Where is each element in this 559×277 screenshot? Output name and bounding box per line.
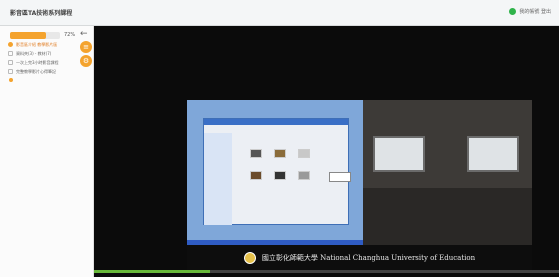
thumbnail xyxy=(274,171,286,180)
sidebar: 72% ← ≡ ⚙ 影音區介紹 教學影片區 資料夾(3) - 教材(7) 一次上… xyxy=(0,26,94,277)
chapter-item-2[interactable]: 資料夾(3) - 教材(7) xyxy=(8,49,78,58)
thumbnail xyxy=(298,149,310,158)
chapter-label: 一次上完3小時影音課程 xyxy=(16,59,59,65)
document-icon xyxy=(8,51,13,56)
progress-fill xyxy=(10,32,46,39)
chapter-item-3[interactable]: 一次上完3小時影音課程 xyxy=(8,58,78,67)
user-menu[interactable]: 我的帳號 登出 xyxy=(509,8,551,15)
window-titlebar xyxy=(204,119,348,125)
chapter-list: 影音區介紹 教學影片區 資料夾(3) - 教材(7) 一次上完3小時影音課程 完… xyxy=(8,40,78,76)
progress-text: 72% xyxy=(64,32,76,38)
top-bar: 影音區TA技術系列課程 我的帳號 登出 xyxy=(0,0,559,26)
thumbnail xyxy=(298,171,310,180)
playback-progress xyxy=(94,270,211,273)
thumbnail xyxy=(274,149,286,158)
chapter-item-1[interactable]: 影音區介紹 教學影片區 xyxy=(8,40,78,49)
video-caption: 國立彰化師範大學 National Changhua University of… xyxy=(261,253,476,262)
file-window xyxy=(203,118,349,225)
document-icon xyxy=(8,60,13,65)
back-arrow-icon[interactable]: ← xyxy=(80,30,88,39)
course-title: 影音區TA技術系列課程 xyxy=(10,10,73,17)
video-stage[interactable]: 國立彰化師範大學 National Changhua University of… xyxy=(94,26,559,277)
chapter-item-4[interactable]: 完整教學影片心得筆記 xyxy=(8,67,78,76)
chapter-label: 影音區介紹 教學影片區 xyxy=(16,41,58,47)
desktop-screen-capture xyxy=(187,100,363,245)
list-icon[interactable]: ≡ xyxy=(80,41,92,53)
university-logo-icon xyxy=(243,251,256,264)
thumbnail xyxy=(250,149,262,158)
playback-bar[interactable] xyxy=(94,270,559,273)
video-caption-bar: 國立彰化師範大學 National Changhua University of… xyxy=(187,245,532,270)
classroom-floor xyxy=(363,188,532,245)
chapter-label: 完整教學影片心得筆記 xyxy=(16,68,56,74)
chapter-label: 資料夾(3) - 教材(7) xyxy=(16,50,52,56)
projector-screen xyxy=(373,136,425,172)
classroom-camera xyxy=(363,100,532,245)
tooltip-popup xyxy=(329,172,351,182)
window-side-pane xyxy=(204,133,232,225)
video-frame[interactable]: 國立彰化師範大學 National Changhua University of… xyxy=(187,100,532,270)
projector-screen xyxy=(467,136,519,172)
bullet-icon xyxy=(9,78,13,82)
user-label[interactable]: 我的帳號 登出 xyxy=(519,8,551,15)
document-icon xyxy=(8,69,13,74)
play-icon xyxy=(8,42,13,47)
progress-bar xyxy=(10,32,60,39)
online-status-icon xyxy=(509,8,517,15)
settings-icon[interactable]: ⚙ xyxy=(80,55,92,67)
thumbnail xyxy=(250,171,262,180)
